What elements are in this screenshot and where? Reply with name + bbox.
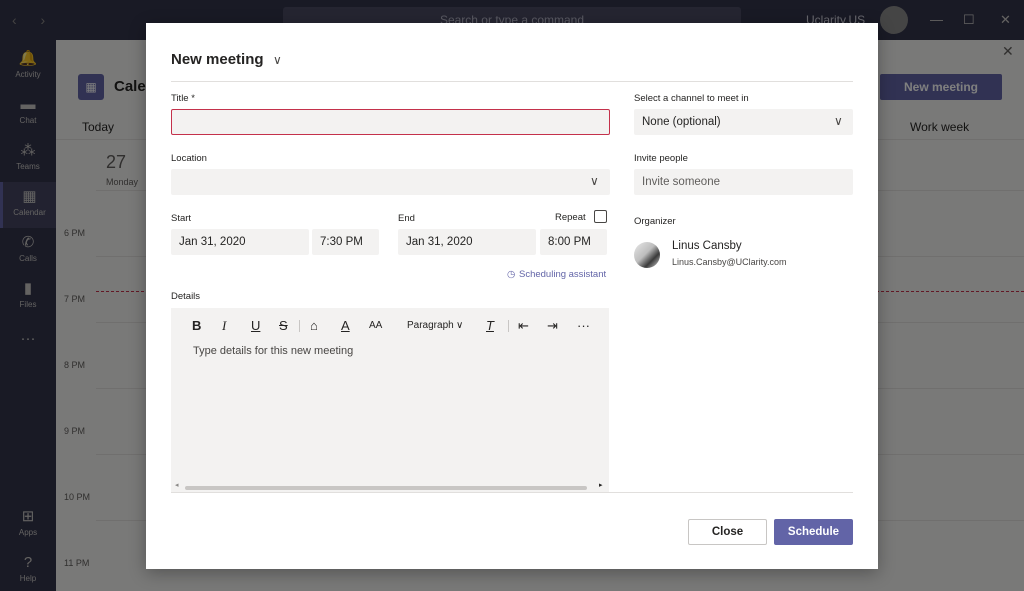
details-placeholder: Type details for this new meeting	[193, 345, 354, 357]
title-label: Title *	[171, 93, 195, 104]
close-button[interactable]: Close	[688, 519, 767, 545]
font-color-icon[interactable]: A	[341, 318, 350, 333]
organizer-label: Organizer	[634, 216, 676, 227]
divider	[171, 81, 853, 82]
scroll-left-icon[interactable]: ◂	[175, 481, 179, 489]
strikethrough-button[interactable]: S	[279, 318, 288, 333]
paragraph-dropdown[interactable]: Paragraph	[407, 320, 454, 331]
repeat-label: Repeat	[555, 212, 586, 223]
start-date-field[interactable]: Jan 31, 2020	[171, 229, 309, 255]
location-label: Location	[171, 153, 207, 164]
end-label: End	[398, 213, 415, 224]
toolbar-separator	[508, 320, 509, 332]
decrease-indent-icon[interactable]: ⇤	[518, 318, 529, 334]
title-input[interactable]	[171, 109, 610, 135]
dialog-title[interactable]: New meeting	[171, 51, 264, 68]
clear-format-icon[interactable]: T	[486, 318, 494, 333]
start-time-field[interactable]: 7:30 PM	[312, 229, 379, 255]
more-options-icon[interactable]: ···	[577, 318, 590, 333]
toolbar-separator	[299, 320, 300, 332]
channel-label: Select a channel to meet in	[634, 93, 749, 104]
chevron-down-icon[interactable]: ∨	[590, 174, 599, 188]
bold-button[interactable]: B	[192, 318, 201, 333]
italic-button[interactable]: I	[222, 318, 226, 334]
invite-input[interactable]: Invite someone	[634, 169, 853, 195]
chevron-down-icon[interactable]: ∨	[456, 320, 463, 331]
details-label: Details	[171, 291, 201, 302]
font-size-icon[interactable]: AA	[369, 320, 382, 331]
location-input[interactable]	[171, 169, 610, 195]
chevron-down-icon[interactable]: ∨	[273, 53, 282, 67]
chevron-down-icon[interactable]: ∨	[834, 114, 843, 128]
repeat-checkbox[interactable]	[594, 210, 607, 223]
start-label: Start	[171, 213, 192, 224]
scheduling-assistant-link[interactable]: Scheduling assistant	[519, 269, 606, 280]
end-time-field[interactable]: 8:00 PM	[540, 229, 607, 255]
clock-icon: ◷	[507, 269, 516, 280]
schedule-button[interactable]: Schedule	[774, 519, 853, 545]
divider	[171, 492, 853, 493]
end-date-field[interactable]: Jan 31, 2020	[398, 229, 536, 255]
details-editor[interactable]: B I U S ⌂ A AA Paragraph ∨ T ⇤ ⇥ ··· Typ…	[171, 308, 609, 493]
new-meeting-dialog: New meeting ∨ Title * Location ∨ Start J…	[146, 23, 878, 569]
invite-label: Invite people	[634, 153, 688, 164]
organizer-avatar	[634, 242, 660, 268]
increase-indent-icon[interactable]: ⇥	[547, 318, 558, 334]
horizontal-scrollbar[interactable]	[185, 486, 587, 490]
organizer-email: Linus.Cansby@UClarity.com	[672, 257, 787, 267]
highlight-icon[interactable]: ⌂	[310, 318, 318, 333]
scroll-right-icon[interactable]: ▸	[599, 481, 603, 489]
organizer-name: Linus Cansby	[672, 240, 742, 252]
channel-dropdown[interactable]: None (optional)	[634, 109, 853, 135]
underline-button[interactable]: U	[251, 318, 260, 333]
